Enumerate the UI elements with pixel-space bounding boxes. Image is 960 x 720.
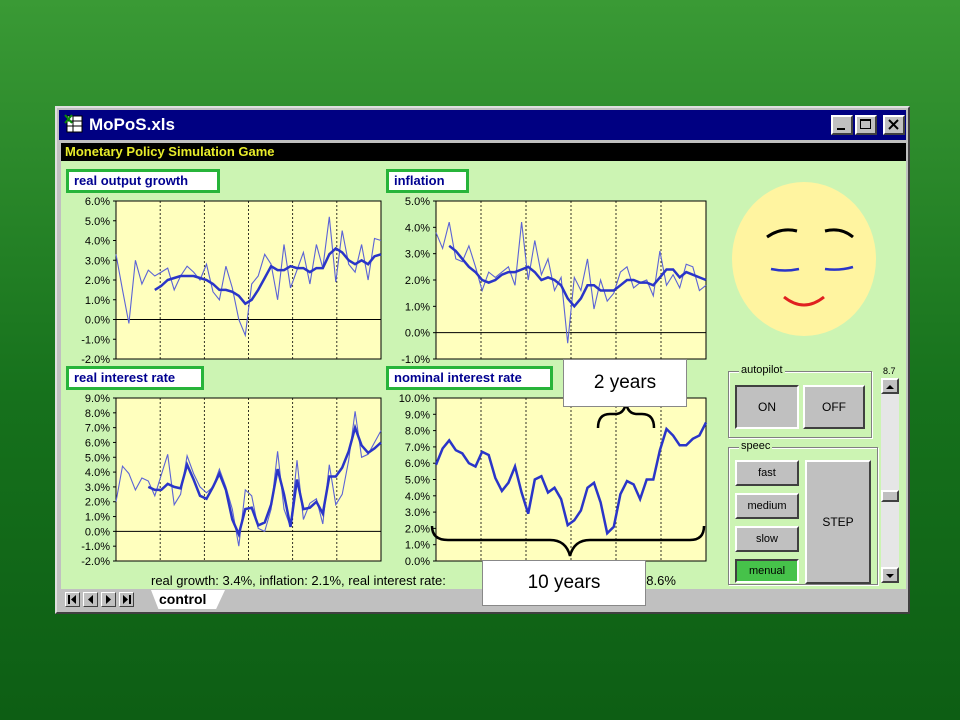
y-tick-label: 5.0% [85, 216, 110, 228]
window-title: MoPoS.xls [89, 115, 175, 134]
y-tick-label: 1.0% [85, 295, 110, 307]
y-tick-label: 3.0% [85, 255, 110, 267]
scroll-value: 8.7 [883, 366, 896, 376]
scroll-thumb[interactable] [881, 490, 899, 502]
maximize-icon [860, 119, 871, 129]
y-tick-label: 2.0% [85, 497, 110, 509]
excel-sheet-icon [64, 114, 83, 133]
y-tick-label: 3.0% [405, 249, 430, 261]
scroll-down-button[interactable] [881, 567, 899, 583]
callout-two-years: 2 years [563, 359, 687, 407]
y-tick-label: 8.0% [85, 408, 110, 420]
y-tick-label: -1.0% [81, 541, 110, 553]
y-tick-label: 1.0% [405, 301, 430, 313]
y-tick-label: 5.0% [405, 196, 430, 208]
minimize-icon [837, 128, 845, 130]
autopilot-group: autopilot ON OFF [728, 364, 872, 438]
y-tick-label: 1.0% [85, 512, 110, 524]
chart-title-realrate: real interest rate [66, 366, 204, 390]
speed-caption: speec [739, 440, 773, 452]
sheet-title: Monetary Policy Simulation Game [61, 143, 906, 161]
chart-real-output-growth: 6.0% 5.0% 4.0% 3.0% 2.0% 1.0% 0.0% -1.0% -2.0% [81, 196, 382, 366]
chart-title-inflation: inflation [386, 169, 469, 193]
minimize-button[interactable] [831, 115, 853, 135]
y-tick-label: -2.0% [81, 556, 110, 568]
chart-title-growth: real output growth [66, 169, 220, 193]
y-tick-label: -1.0% [81, 334, 110, 346]
speed-slow-button[interactable]: slow [735, 526, 799, 552]
vertical-scrollbar[interactable] [881, 378, 899, 583]
tab-control[interactable]: control [151, 590, 225, 609]
autopilot-off-button[interactable]: OFF [803, 385, 865, 429]
chart-title-nominal: nominal interest rate [386, 366, 553, 390]
status-text: real growth: 3.4%, inflation: 2.1%, real… [151, 573, 446, 588]
speed-group: speec fast medium slow menual STEP [728, 440, 878, 585]
bracket-annotations [430, 402, 706, 557]
chart-inflation: 5.0% 4.0% 3.0% 2.0% 1.0% 0.0% -1.0% [401, 196, 707, 366]
status-readout: real growth: 3.4%, inflation: 2.1%, real… [151, 573, 676, 588]
speed-manual-button[interactable]: menual [735, 559, 799, 583]
y-tick-label: 5.0% [85, 452, 110, 464]
y-tick-label: 6.0% [85, 437, 110, 449]
speed-fast-button[interactable]: fast [735, 460, 799, 486]
close-button[interactable] [883, 115, 905, 135]
y-tick-label: 0.0% [85, 315, 110, 327]
y-tick-label: 4.0% [405, 222, 430, 234]
y-tick-label: 0.0% [405, 328, 430, 340]
y-tick-label: 3.0% [85, 482, 110, 494]
y-tick-label: -1.0% [401, 354, 430, 366]
callout-ten-years: 10 years [482, 560, 646, 606]
next-icon [106, 595, 111, 604]
y-tick-label: 9.0% [85, 393, 110, 405]
first-icon [68, 595, 76, 604]
scroll-up-button[interactable] [881, 378, 899, 394]
next-sheet-button[interactable] [101, 592, 116, 607]
last-icon [123, 595, 131, 604]
y-tick-label: -2.0% [81, 354, 110, 366]
title-bar[interactable]: MoPoS.xls [59, 110, 906, 140]
step-button[interactable]: STEP [805, 460, 871, 584]
y-tick-label: 7.0% [85, 423, 110, 435]
close-icon [888, 119, 899, 130]
prev-sheet-button[interactable] [83, 592, 98, 607]
ten-year-brace [430, 525, 706, 557]
prev-icon [88, 595, 93, 604]
y-tick-label: 2.0% [405, 275, 430, 287]
speed-medium-button[interactable]: medium [735, 493, 799, 519]
y-tick-label: 4.0% [85, 467, 110, 479]
y-tick-label: 6.0% [85, 196, 110, 208]
maximize-button[interactable] [855, 115, 877, 135]
autopilot-on-button[interactable]: ON [735, 385, 799, 429]
arrow-down-icon [886, 574, 894, 578]
y-tick-label: 4.0% [85, 236, 110, 248]
first-sheet-button[interactable] [65, 592, 80, 607]
y-tick-label: 2.0% [85, 275, 110, 287]
plot-area [115, 200, 382, 360]
last-sheet-button[interactable] [119, 592, 134, 607]
y-tick-label: 0.0% [85, 526, 110, 538]
smiley-face [732, 182, 876, 336]
arrow-up-icon [886, 385, 894, 389]
autopilot-caption: autopilot [739, 364, 785, 376]
chart-real-interest-rate: 9.0% 8.0% 7.0% 6.0% 5.0% 4.0% 3.0% 2.0% 1.0% 0.0%… [81, 393, 382, 568]
